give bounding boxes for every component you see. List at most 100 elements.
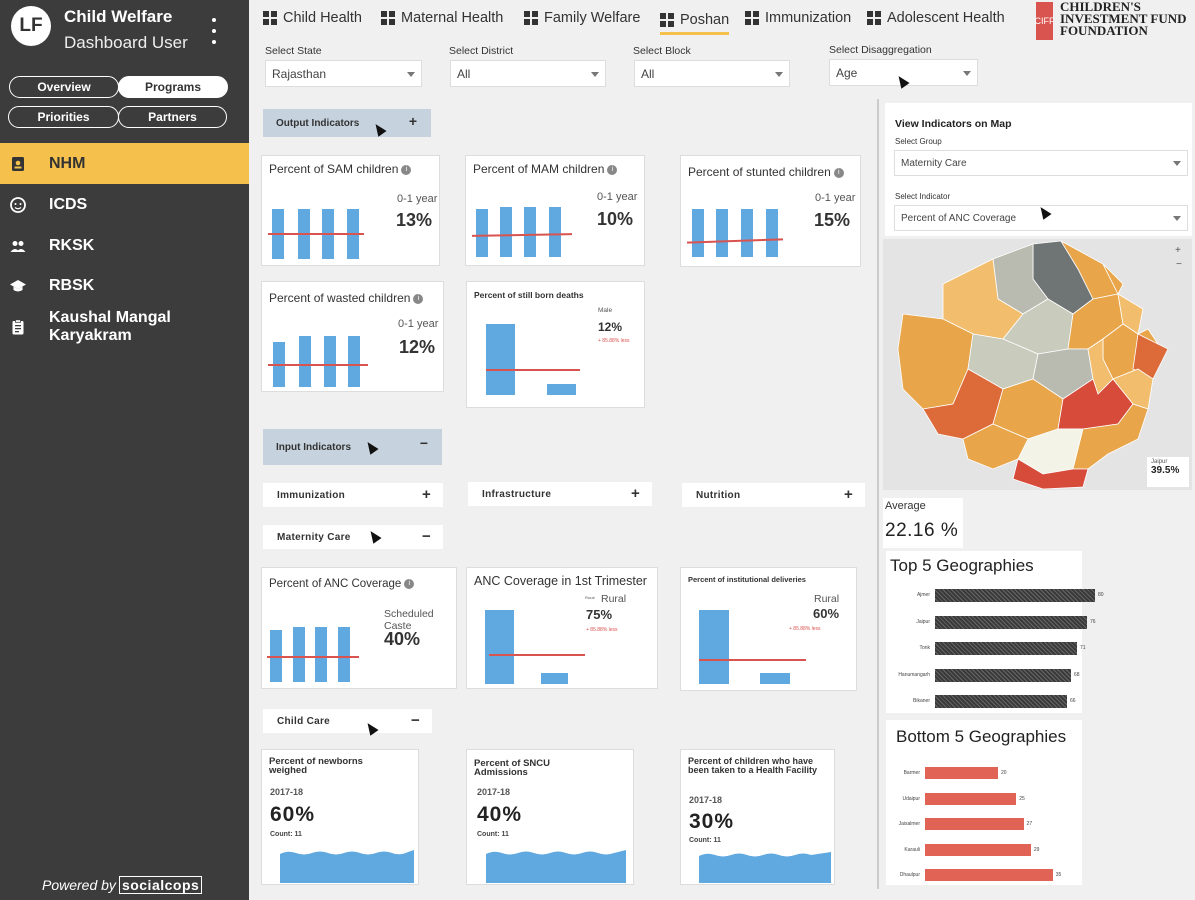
expand-icon[interactable]: + [631, 485, 640, 502]
grid-icon [263, 11, 277, 25]
bar[interactable] [925, 818, 1024, 830]
subsection-child-care[interactable]: Child Care − [263, 709, 432, 733]
clipboard-icon [12, 319, 24, 335]
group-icon [10, 241, 26, 252]
bar[interactable] [925, 792, 1017, 805]
bar [299, 336, 311, 387]
bar[interactable] [935, 695, 1067, 708]
expand-icon[interactable]: + [409, 113, 417, 129]
trend-area [486, 850, 626, 883]
card-sam-children[interactable]: Percent of SAM children i 0-1 year 13% [261, 155, 440, 266]
subsection-immunization[interactable]: Immunization + [263, 483, 443, 507]
collapse-icon[interactable]: − [411, 712, 420, 729]
bar[interactable] [925, 869, 1053, 881]
tab-family-welfare[interactable]: Family Welfare [524, 8, 640, 28]
sidebar-item-rbsk[interactable]: RBSK [0, 265, 249, 306]
card-year: 2017-18 [689, 795, 723, 805]
bar[interactable] [935, 642, 1077, 655]
pill-overview[interactable]: Overview [9, 76, 119, 98]
info-icon[interactable]: i [833, 167, 844, 178]
card-anc-coverage[interactable]: Percent of ANC Coverage i Scheduled Caste… [261, 567, 457, 689]
section-title: Output Indicators [276, 117, 360, 129]
card-wasted-children[interactable]: Percent of wasted children i 0-1 year 12% [261, 281, 444, 392]
sidebar-item-rksk[interactable]: RKSK [0, 225, 249, 266]
choropleth-map[interactable]: + − Jaipur 39.5% [883, 239, 1192, 490]
pill-programs[interactable]: Programs [118, 76, 228, 98]
info-icon[interactable]: i [401, 164, 412, 175]
expand-icon[interactable]: + [844, 486, 853, 503]
tab-adolescent-health[interactable]: Adolescent Health [867, 8, 1005, 28]
tab-label: Family Welfare [544, 10, 641, 26]
bar [486, 324, 515, 395]
state-select[interactable]: Rajasthan [265, 60, 422, 87]
bar[interactable] [925, 843, 1031, 856]
card-title: Percent of newborns weighed [269, 756, 363, 776]
bar [524, 207, 536, 257]
collapse-icon[interactable]: − [422, 528, 431, 545]
card-newborns-weighed[interactable]: Percent of newborns weighed 2017-18 60% … [261, 749, 419, 885]
expand-icon[interactable]: + [422, 486, 431, 503]
card-subtitle: 0-1 year [815, 192, 856, 204]
card-subtitle: Male [598, 307, 613, 314]
info-icon[interactable]: i [413, 293, 424, 304]
bar-label: Jaipur [916, 618, 930, 625]
district-label: Select District [449, 45, 514, 57]
info-icon[interactable]: i [404, 578, 415, 589]
card-year: 2017-18 [477, 787, 511, 797]
card-health-facility[interactable]: Percent of children who have been taken … [680, 749, 835, 885]
sidebar-item-label: NHM [49, 154, 86, 172]
district-select[interactable]: All [450, 60, 606, 87]
tab-label: Child Health [283, 10, 362, 26]
tab-label: Adolescent Health [887, 10, 1005, 26]
bar[interactable] [935, 589, 1095, 602]
rajasthan-map[interactable] [883, 239, 1192, 490]
zoom-in-button[interactable]: + [1175, 245, 1181, 256]
card-title: Percent of SNCU Admissions [474, 758, 551, 778]
bar-label: Barmer [903, 770, 920, 776]
more-options-icon[interactable] [210, 18, 218, 44]
bar-value: 25 [1019, 795, 1025, 802]
bar-label: Dhaulpur [899, 872, 920, 878]
sidebar-item-icds[interactable]: ICDS [0, 184, 249, 225]
bar[interactable] [935, 668, 1071, 682]
state-value: Rajasthan [272, 66, 327, 81]
output-indicators-header[interactable]: Output Indicators + [263, 109, 431, 137]
block-select[interactable]: All [634, 60, 790, 87]
tab-maternal-health[interactable]: Maternal Health [381, 8, 503, 28]
pill-partners[interactable]: Partners [118, 106, 227, 128]
collapse-icon[interactable]: − [420, 435, 428, 451]
chevron-down-icon [963, 71, 971, 76]
subsection-infrastructure[interactable]: Infrastructure + [468, 482, 652, 506]
bar[interactable] [935, 615, 1087, 629]
info-icon[interactable]: i [607, 164, 618, 175]
sidebar-item-kaushal-mangal[interactable]: Kaushal Mangal Karyakram [0, 306, 249, 347]
card-stunted-children[interactable]: Percent of stunted children i 0-1 year 15… [680, 155, 861, 267]
pill-priorities[interactable]: Priorities [8, 106, 119, 128]
card-mam-children[interactable]: Percent of MAM children i 0-1 year 10% [465, 155, 645, 266]
input-indicators-header[interactable]: Input Indicators − [263, 429, 442, 465]
tab-poshan[interactable]: Poshan [660, 8, 730, 35]
group-select[interactable]: Maternity Care [894, 150, 1188, 176]
card-value: 40% [477, 803, 523, 826]
card-still-born-deaths[interactable]: Percent of still born deaths Male 12% + … [466, 281, 645, 408]
card-institutional-deliveries[interactable]: Percent of institutional deliveries Rura… [680, 567, 857, 691]
user-avatar[interactable]: LF [11, 6, 51, 46]
sidebar-item-nhm[interactable]: NHM [0, 143, 249, 184]
subsection-nutrition[interactable]: Nutrition + [682, 483, 865, 507]
card-title: Percent of wasted children i [269, 292, 424, 305]
bottom5-chart: Bottom 5 Geographies Barmer 20 Udaipur 25 Ja… [886, 720, 1082, 885]
bar[interactable] [925, 767, 998, 779]
grid-icon [867, 11, 881, 25]
card-anc-first-trimester[interactable]: ANC Coverage in 1st Trimester Rural Rura… [466, 567, 658, 689]
card-sncu-admissions[interactable]: Percent of SNCU Admissions 2017-18 40% C… [466, 749, 634, 885]
benchmark-line [268, 233, 364, 235]
tab-immunization[interactable]: Immunization [745, 8, 851, 28]
zoom-out-button[interactable]: − [1176, 259, 1182, 270]
bar-value: 76 [1090, 618, 1096, 625]
subsection-maternity-care[interactable]: Maternity Care − [263, 525, 443, 549]
bar-value: 66 [1070, 698, 1076, 704]
sidebar-item-label: RBSK [49, 276, 95, 294]
socialcops-logo[interactable]: socialcops [118, 876, 203, 894]
tab-child-health[interactable]: Child Health [263, 8, 362, 28]
indicator-value: Percent of ANC Coverage [901, 212, 1017, 224]
